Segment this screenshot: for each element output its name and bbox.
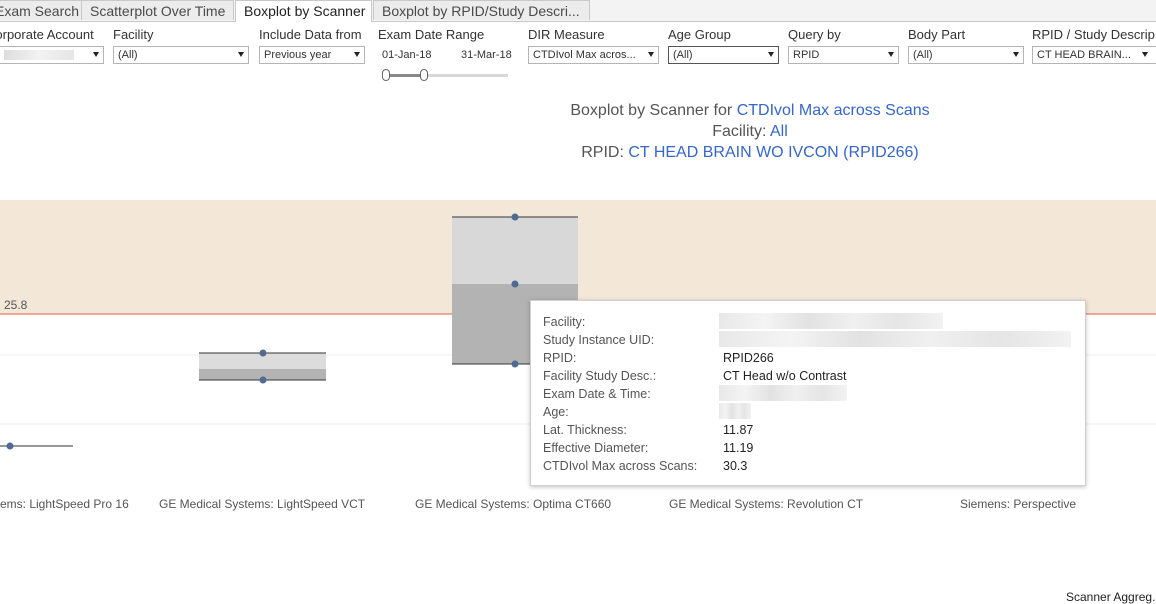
rpid-study-desc-dropdown[interactable]: CT HEAD BRAIN... [1032,46,1156,64]
chart-title: Boxplot by Scanner for CTDIvol Max acros… [450,100,1050,163]
facility-value: (All) [118,49,138,61]
data-tooltip: Facility: Study Instance UID: RPID: RPID… [530,300,1086,486]
filter-age-group: Age Group (All) [668,27,779,64]
query-by-value: RPID [793,49,820,61]
filter-label: Body Part [908,27,966,42]
rpid-study-desc-value: CT HEAD BRAIN... [1037,49,1131,61]
filter-dir-measure: DIR Measure CTDIvol Max acros... [528,27,659,64]
filter-body-part: Body Part (All) [908,27,1024,64]
corporate-account-dropdown[interactable] [0,46,104,64]
data-point [6,442,14,450]
scanner-aggregate-label: Scanner Aggreg... [1066,590,1156,604]
box-upper [452,217,578,284]
filter-query-by: Query by RPID [788,27,899,64]
dir-measure-dropdown[interactable]: CTDIvol Max acros... [528,46,659,64]
redacted-value [719,331,1071,347]
tab-boxplot-by-rpid[interactable]: Boxplot by RPID/Study Descri... [373,0,590,20]
filter-corporate-account: Corporate Account [0,27,104,64]
date-range-end-handle[interactable] [420,69,428,81]
tab-label: Boxplot by RPID/Study Descri... [382,3,580,19]
title-facility-label: Facility: [712,123,767,140]
facility-dropdown[interactable]: (All) [113,46,249,64]
chevron-down-icon [1142,52,1148,57]
data-point [511,360,519,368]
scanner-label: ems: LightSpeed Pro 16 [0,497,129,511]
filter-label: Query by [788,27,841,42]
filter-include-data-from: Include Data from Previous year [259,27,365,64]
dir-measure-value: CTDIvol Max acros... [533,49,636,61]
tab-exam-search[interactable]: Exam Search [0,0,82,20]
title-rpid-label: RPID: [581,144,624,161]
filter-facility: Facility (All) [113,27,249,64]
query-by-dropdown[interactable]: RPID [788,46,899,64]
date-range-start: 01-Jan-18 [382,49,432,61]
chevron-down-icon [648,52,654,57]
chevron-down-icon [93,52,99,57]
include-data-from-value: Previous year [264,49,332,61]
tooltip-label: CTDIvol Max across Scans: [543,459,698,473]
title-measure: CTDIvol Max across Scans [736,102,930,119]
age-group-value: (All) [673,49,693,61]
title-line-1: Boxplot by Scanner for CTDIvol Max acros… [450,100,1050,121]
tooltip-value: 11.19 [723,441,754,455]
tooltip-value: 11.87 [723,423,754,437]
filter-label: Exam Date Range [378,27,485,42]
filter-exam-date-range: Exam Date Range [378,27,518,43]
title-line-2: Facility: All [450,121,1050,142]
scanner-label: GE Medical Systems: LightSpeed VCT [159,497,366,511]
tooltip-label: Age: [543,405,569,419]
chevron-down-icon [888,52,894,57]
data-point [259,349,267,357]
filter-rpid-study-desc: RPID / Study Descrip... CT HEAD BRAIN... [1032,27,1156,64]
scanner-label: GE Medical Systems: Optima CT660 [415,497,612,511]
body-part-dropdown[interactable]: (All) [908,46,1024,64]
chevron-down-icon [1013,52,1019,57]
dashboard-tabs: Exam Search Scatterplot Over Time Boxplo… [0,0,1156,22]
redacted-value [719,385,847,401]
tooltip-label: Effective Diameter: [543,441,649,455]
date-range-end: 31-Mar-18 [461,49,512,61]
filter-label: Include Data from [259,27,362,42]
title-prefix: Boxplot by Scanner for [570,102,733,119]
data-point [511,213,519,221]
scanner-label: GE Medical Systems: Revolution CT [669,497,864,511]
date-range-start-handle[interactable] [382,69,390,81]
tab-label: Boxplot by Scanner [244,3,366,19]
body-part-value: (All) [913,49,933,61]
tooltip-label: RPID: [543,351,577,365]
age-group-dropdown[interactable]: (All) [668,46,779,64]
chevron-down-icon [354,52,360,57]
redacted-value [719,313,943,329]
title-rpid-value: CT HEAD BRAIN WO IVCON (RPID266) [628,144,919,161]
tooltip-label: Facility Study Desc.: [543,369,657,383]
date-range-slider-fill [386,74,424,77]
data-point [259,376,267,384]
filter-label: RPID / Study Descrip... [1032,27,1156,42]
filter-label: Facility [113,27,154,42]
tooltip-value: CT Head w/o Contrast [723,369,847,383]
tooltip-label: Study Instance UID: [543,333,655,347]
filter-label: DIR Measure [528,27,605,42]
chevron-down-icon [238,52,244,57]
redacted-value [719,403,751,419]
scanner-label: Siemens: Perspective [960,497,1077,511]
tooltip-label: Exam Date & Time: [543,387,651,401]
chevron-down-icon [768,52,774,57]
reference-line-label: 25.8 [0,297,32,313]
tab-label: Scatterplot Over Time [90,3,226,19]
title-facility-value: All [770,123,788,140]
include-data-from-dropdown[interactable]: Previous year [259,46,365,64]
filter-label: Corporate Account [0,27,94,42]
redacted-value [4,50,74,61]
tooltip-value: 30.3 [723,459,748,473]
tab-label: Exam Search [0,3,80,19]
title-line-3: RPID: CT HEAD BRAIN WO IVCON (RPID266) [450,142,1050,163]
filter-label: Age Group [668,27,731,42]
tooltip-label: Facility: [543,315,586,329]
tooltip-value: RPID266 [723,351,774,365]
tab-scatterplot-over-time[interactable]: Scatterplot Over Time [81,0,234,20]
tab-boxplot-by-scanner[interactable]: Boxplot by Scanner [235,0,372,22]
tooltip-label: Lat. Thickness: [543,423,627,437]
data-point [511,280,519,288]
